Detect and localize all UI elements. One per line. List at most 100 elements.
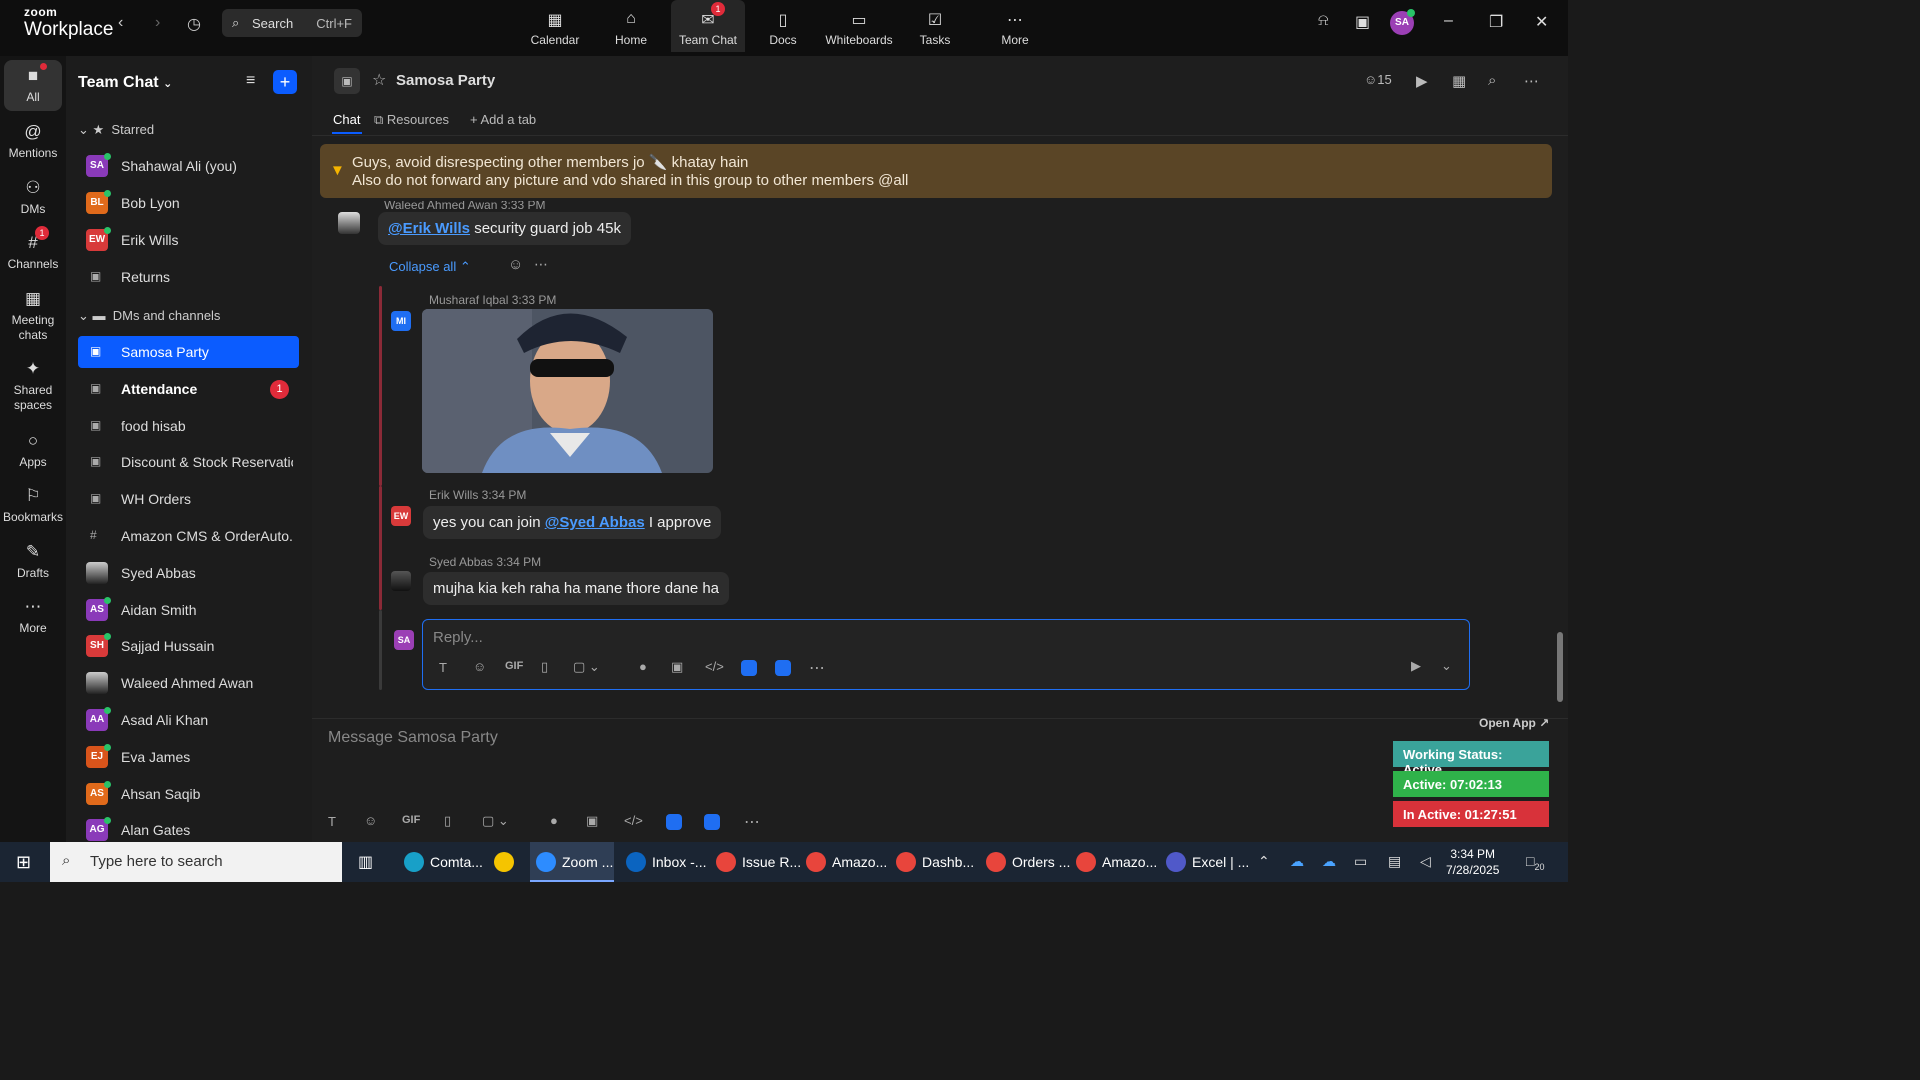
section-dms-channels[interactable]: ⌄ ▬ DMs and channels — [78, 308, 220, 324]
rail-more[interactable]: ⋯ More — [0, 597, 66, 636]
mention-link[interactable]: @Erik Wills — [388, 220, 470, 237]
message-bubble[interactable]: yes you can join @Syed Abbas I approve — [423, 506, 722, 539]
close-icon[interactable]: ✕ — [1535, 12, 1548, 32]
bell-icon[interactable]: ⍾ — [1318, 12, 1329, 30]
sidebar-item[interactable]: BL Bob Lyon — [78, 187, 299, 219]
sidebar-item[interactable]: ▣ Returns — [78, 261, 299, 293]
collapse-all-button[interactable]: Collapse all ⌃ — [389, 259, 471, 275]
tab-docs[interactable]: ▯ Docs — [746, 0, 820, 52]
task-view-icon[interactable]: ▥ — [358, 852, 373, 872]
chat-scrollbar[interactable] — [1557, 136, 1563, 716]
system-clock[interactable]: 3:34 PM 7/28/2025 — [1446, 846, 1499, 878]
scroll-thumb[interactable] — [1557, 632, 1563, 702]
rail-drafts[interactable]: ✎ Drafts — [0, 542, 66, 581]
rail-dms[interactable]: ⚇ DMs — [0, 178, 66, 217]
avatar[interactable] — [338, 212, 360, 234]
app-icon[interactable] — [666, 814, 682, 830]
sidebar-item[interactable]: SH Sajjad Hussain — [78, 630, 299, 662]
taskbar-app[interactable]: Excel | ... — [1160, 842, 1249, 882]
screenshot-icon[interactable]: ▢ ⌄ — [573, 659, 600, 675]
code-icon[interactable]: </> — [705, 659, 724, 674]
speaker-icon[interactable]: ◁ — [1420, 853, 1431, 870]
avatar[interactable]: EW — [391, 506, 411, 526]
rail-meeting-chats[interactable]: ▦ Meeting chats — [0, 289, 66, 342]
video-icon[interactable]: ▶ — [1416, 72, 1428, 90]
rail-shared-spaces[interactable]: ✦ Shared spaces — [0, 359, 66, 412]
shared-image[interactable] — [422, 309, 713, 473]
reply-input[interactable]: Reply... T ☺ GIF ▯ ▢ ⌄ ● ▣ </> ⋯ ▶ ⌄ — [422, 619, 1470, 690]
code-icon[interactable]: </> — [624, 813, 643, 828]
mention-link[interactable]: @Syed Abbas — [545, 514, 645, 531]
send-icon[interactable]: ▶ — [1411, 658, 1421, 674]
sidebar-item[interactable]: ▣ WH Orders — [78, 483, 299, 515]
section-starred[interactable]: ⌄ ★ Starred — [78, 122, 154, 138]
filter-icon[interactable]: ≡ — [246, 72, 255, 90]
video-message-icon[interactable]: ▣ — [586, 813, 598, 829]
sidebar-item[interactable]: EJ Eva James — [78, 741, 299, 773]
taskbar-app[interactable]: Issue R... — [710, 842, 801, 882]
emoji-icon[interactable]: ☺ — [473, 659, 486, 674]
search-icon[interactable]: ⌕ — [1488, 72, 1496, 89]
more-icon[interactable]: ⋯ — [809, 658, 825, 678]
history-icon[interactable]: ◷ — [187, 14, 201, 34]
chat-app-icon[interactable] — [775, 660, 791, 676]
onedrive-icon[interactable]: ☁ — [1322, 853, 1336, 870]
sidebar-item[interactable]: ▣ food hisab — [78, 410, 299, 442]
chat-app-icon[interactable] — [704, 814, 720, 830]
sidebar-item[interactable]: ▣ Attendance 1 — [78, 373, 299, 405]
taskbar-app[interactable]: Dashb... — [890, 842, 974, 882]
file-icon[interactable]: ▯ — [541, 659, 548, 675]
network-icon[interactable]: ▤ — [1388, 853, 1401, 870]
app-icon[interactable] — [741, 660, 757, 676]
sidebar-item[interactable]: EW Erik Wills — [78, 224, 299, 256]
tab-tasks[interactable]: ☑ Tasks — [898, 0, 972, 52]
battery-icon[interactable]: ▭ — [1354, 853, 1367, 870]
message-input[interactable]: Message Samosa Party — [328, 729, 498, 747]
sidebar-item[interactable]: AS Aidan Smith — [78, 594, 299, 626]
chevron-up-icon[interactable]: ⌃ — [1258, 853, 1270, 870]
minimize-icon[interactable]: – — [1444, 12, 1453, 30]
gif-icon[interactable]: GIF — [402, 814, 420, 826]
forward-arrow-icon[interactable]: › — [155, 14, 160, 32]
tab-chat[interactable]: Chat — [333, 112, 360, 127]
more-icon[interactable]: ⋯ — [744, 812, 760, 832]
format-text-icon[interactable]: T — [328, 814, 336, 829]
screenshot-icon[interactable]: ▢ ⌄ — [482, 813, 509, 829]
taskbar-search[interactable]: ⌕ Type here to search — [50, 842, 342, 882]
tab-home[interactable]: ⌂ Home — [594, 0, 668, 52]
new-chat-button[interactable]: + — [273, 70, 297, 94]
onedrive-icon[interactable]: ☁ — [1290, 853, 1304, 870]
notifications-icon[interactable]: □20 — [1526, 853, 1544, 872]
more-options-icon[interactable]: ⋯ — [1524, 72, 1539, 90]
restore-icon[interactable]: ❐ — [1489, 12, 1503, 32]
emoji-react-icon[interactable]: ☺ — [508, 256, 523, 273]
calendar-widget-icon[interactable]: ▣ — [1355, 12, 1370, 32]
sidebar-item[interactable]: ▣ Samosa Party — [78, 336, 299, 368]
channel-title[interactable]: Samosa Party — [396, 72, 495, 89]
message-bubble[interactable]: @Erik Wills security guard job 45k — [378, 212, 631, 245]
calendar-icon[interactable]: ▦ — [1452, 72, 1466, 90]
add-tab-button[interactable]: + Add a tab — [470, 112, 536, 127]
tab-more[interactable]: ⋯ More — [978, 0, 1052, 52]
taskbar-app[interactable]: Orders ... — [980, 842, 1070, 882]
rail-apps[interactable]: ○ Apps — [0, 431, 66, 470]
emoji-icon[interactable]: ☺ — [364, 813, 377, 828]
tab-team-chat[interactable]: ✉ 1 Team Chat — [671, 0, 745, 52]
taskbar-app[interactable] — [488, 842, 524, 882]
sidebar-title[interactable]: Team Chat ⌄ — [78, 74, 172, 92]
microphone-icon[interactable]: ● — [639, 659, 647, 674]
back-arrow-icon[interactable]: ‹ — [118, 14, 123, 32]
sidebar-item[interactable]: ▣ Discount & Stock Reservatio... — [78, 446, 299, 478]
search-input[interactable]: ⌕ Search Ctrl+F — [222, 9, 362, 37]
avatar[interactable] — [391, 571, 411, 591]
tab-calendar[interactable]: ▦ Calendar — [518, 0, 592, 52]
rail-all[interactable]: ■ All — [4, 60, 62, 111]
taskbar-app[interactable]: Amazo... — [1070, 842, 1157, 882]
taskbar-app[interactable]: Zoom ... — [530, 842, 614, 882]
taskbar-app[interactable]: Comta... — [398, 842, 483, 882]
sidebar-item[interactable]: # Amazon CMS & OrderAuto... — [78, 520, 299, 552]
message-bubble[interactable]: mujha kia keh raha ha mane thore dane ha — [423, 572, 730, 605]
gif-icon[interactable]: GIF — [505, 660, 523, 672]
tab-whiteboards[interactable]: ▭ Whiteboards — [822, 0, 896, 52]
sidebar-item[interactable]: AA Asad Ali Khan — [78, 704, 299, 736]
